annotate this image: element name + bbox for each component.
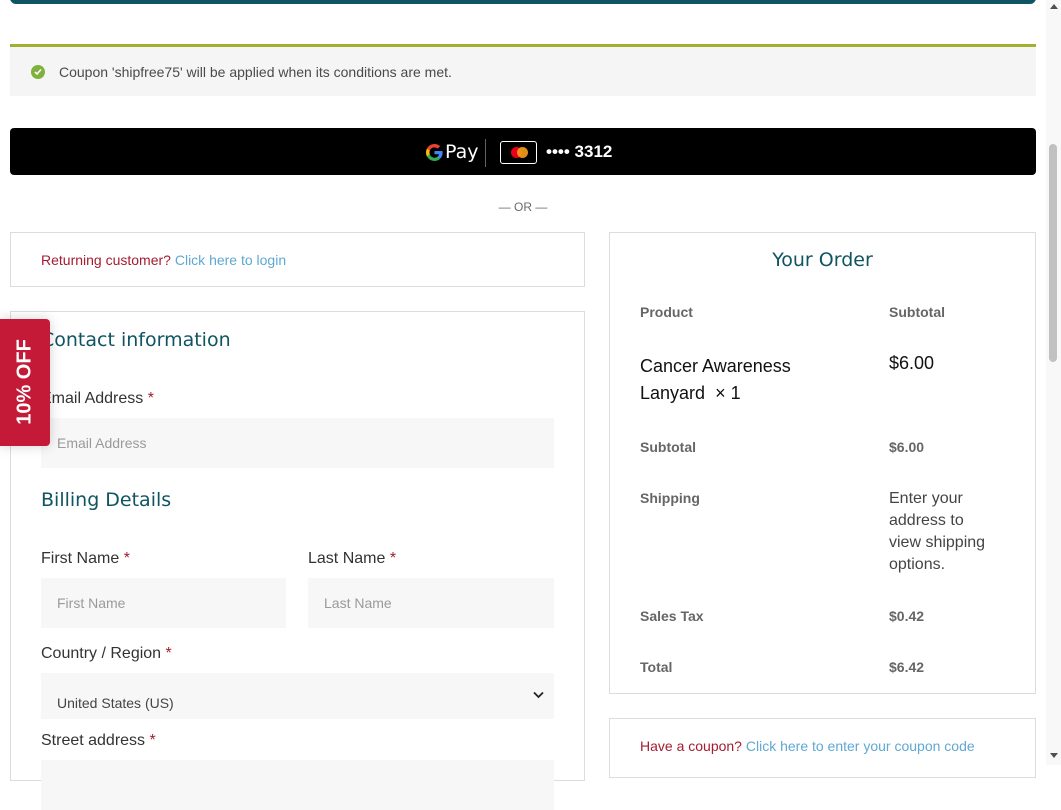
sales-tax-value: $0.42 (889, 608, 925, 624)
total-value: $6.42 (889, 659, 925, 675)
or-separator: — OR — (498, 200, 548, 214)
check-circle-icon (31, 65, 45, 79)
shipping-value: Enter your address to view shipping opti… (889, 490, 986, 573)
card-last-digits: •••• 3312 (546, 142, 613, 161)
google-pay-logo: Pay (426, 141, 479, 163)
gpay-divider (485, 139, 486, 167)
google-pay-text: Pay (445, 141, 479, 163)
coupon-link[interactable]: Click here to enter your coupon code (746, 738, 975, 754)
page-scrollbar[interactable] (1046, 0, 1061, 765)
last-name-field[interactable] (308, 578, 554, 628)
street-address-label: Street address * (41, 732, 156, 749)
subtotal-value: $6.00 (889, 439, 925, 455)
login-link[interactable]: Click here to login (175, 252, 286, 268)
country-label: Country / Region * (41, 645, 172, 662)
coupon-prompt: Have a coupon? (640, 738, 742, 754)
top-banner-bar (10, 0, 1036, 4)
product-name: Cancer Awareness Lanyard × 1 (640, 356, 791, 403)
email-label: Email Address * (41, 390, 154, 407)
returning-customer-prompt: Returning customer? (41, 252, 171, 268)
coupon-text: Have a coupon? Click here to enter your … (640, 738, 975, 754)
returning-customer-text: Returning customer? Click here to login (41, 252, 286, 268)
order-summary: Your Order Product Subtotal Cancer Aware… (609, 232, 1036, 694)
discount-tab[interactable]: 10% OFF (0, 319, 50, 446)
discount-tab-label: 10% OFF (13, 339, 36, 425)
google-g-icon (426, 143, 443, 161)
scrollbar-thumb[interactable] (1049, 144, 1057, 362)
order-title: Your Order (772, 249, 873, 271)
coupon-notice-message: Coupon 'shipfree75' will be applied when… (59, 64, 452, 80)
subtotal-label: Subtotal (640, 439, 696, 455)
product-quantity: × 1 (715, 383, 741, 403)
country-select-value: United States (US) (57, 695, 174, 711)
chevron-down-icon (533, 691, 544, 699)
subtotal-column-header: Subtotal (889, 304, 945, 320)
last-name-label: Last Name * (308, 550, 397, 567)
scroll-down-icon[interactable] (1050, 753, 1058, 758)
shipping-label: Shipping (640, 490, 700, 506)
google-pay-button[interactable]: Pay •••• 3312 (10, 128, 1036, 175)
product-column-header: Product (640, 304, 693, 320)
first-name-field[interactable] (41, 578, 286, 628)
contact-section-title: Contact information (41, 329, 231, 351)
product-price: $6.00 (889, 353, 935, 373)
email-field[interactable] (41, 418, 554, 468)
sales-tax-label: Sales Tax (640, 608, 704, 624)
mastercard-icon (500, 141, 537, 164)
first-name-label: First Name * (41, 550, 130, 567)
street-address-field[interactable] (41, 760, 554, 810)
total-label: Total (640, 659, 673, 675)
scroll-up-icon[interactable] (1050, 4, 1058, 9)
billing-section-title: Billing Details (41, 489, 172, 511)
coupon-notice: Coupon 'shipfree75' will be applied when… (10, 44, 1036, 96)
coupon-box: Have a coupon? Click here to enter your … (609, 718, 1036, 778)
returning-customer-box: Returning customer? Click here to login (10, 232, 585, 287)
country-select[interactable]: United States (US) (41, 673, 554, 719)
checkout-form: Contact information Email Address * Bill… (10, 311, 585, 810)
